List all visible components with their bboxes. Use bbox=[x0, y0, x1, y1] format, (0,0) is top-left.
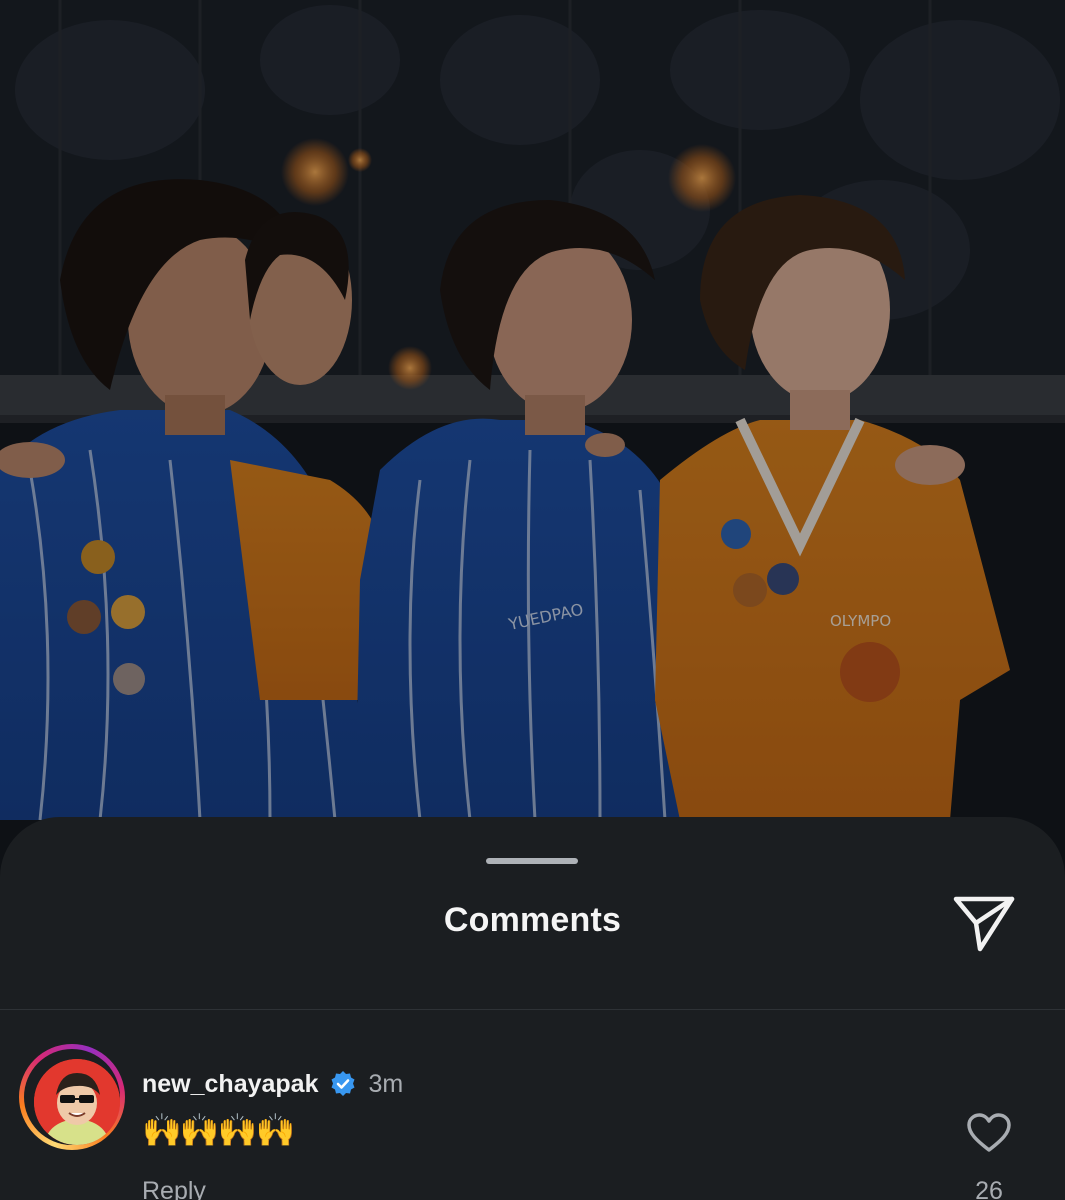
reply-button[interactable]: Reply bbox=[142, 1177, 206, 1200]
like-count: 26 bbox=[975, 1177, 1003, 1200]
comment-item: new_chayapak 3m 🙌🙌🙌🙌 Reply 26 bbox=[0, 1042, 1065, 1200]
heart-icon[interactable] bbox=[966, 1112, 1012, 1154]
sheet-title: Comments bbox=[443, 901, 622, 939]
verified-badge-icon bbox=[329, 1070, 357, 1098]
avatar[interactable] bbox=[19, 1044, 125, 1150]
comments-sheet: Comments new_chayapak 3m 🙌🙌🙌🙌 Reply 26 bbox=[0, 817, 1065, 1200]
comment-timestamp: 3m bbox=[368, 1069, 404, 1098]
sheet-drag-handle[interactable] bbox=[486, 858, 578, 864]
sheet-divider bbox=[0, 1009, 1065, 1010]
avatar-image bbox=[34, 1059, 120, 1145]
comment-username[interactable]: new_chayapak bbox=[142, 1070, 319, 1099]
reel-comments-screen: YUEDPAO OLYMPO Comments new_chayapak 3m … bbox=[0, 0, 1065, 1200]
comment-header: new_chayapak 3m bbox=[142, 1068, 403, 1100]
send-icon[interactable] bbox=[950, 893, 1018, 955]
comment-text: 🙌🙌🙌🙌 bbox=[142, 1112, 295, 1148]
